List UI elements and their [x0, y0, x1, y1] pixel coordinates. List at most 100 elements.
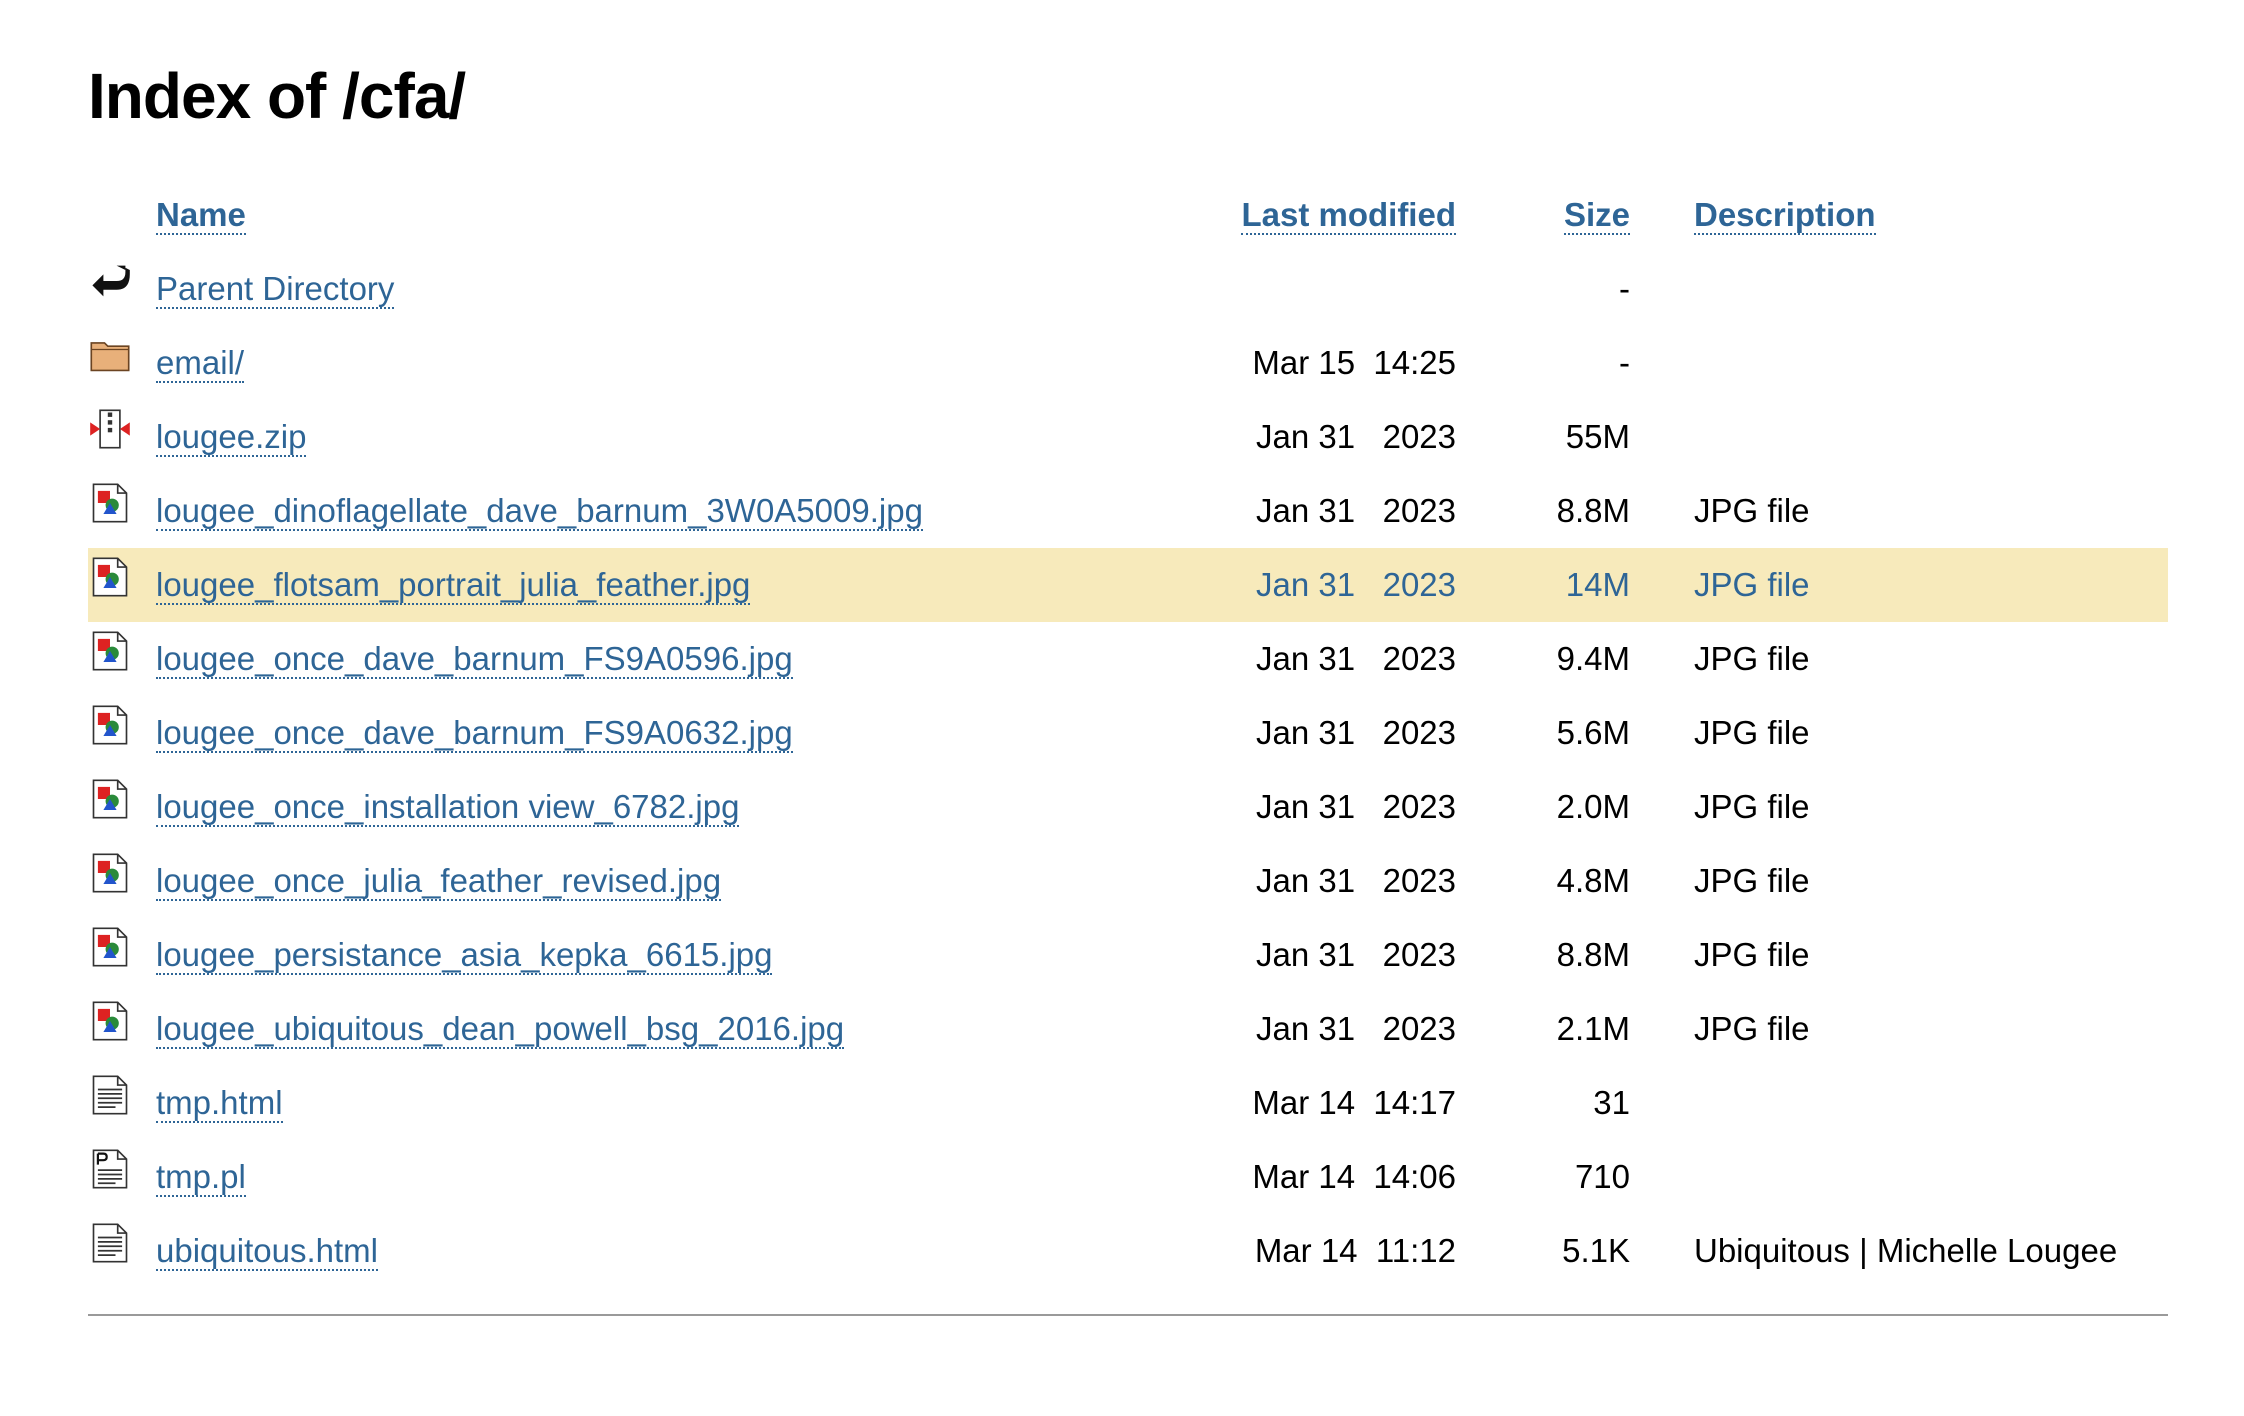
- file-link[interactable]: lougee_flotsam_portrait_julia_feather.jp…: [156, 566, 751, 605]
- table-header-row: Name Last modified Size Description: [88, 178, 2168, 252]
- sort-by-description-link[interactable]: Description: [1694, 196, 1876, 235]
- last-modified-value: Jan 31 2023: [1256, 1010, 1456, 1047]
- sort-by-size-link[interactable]: Size: [1563, 196, 1630, 235]
- table-row: lougee_flotsam_portrait_julia_feather.jp…: [88, 548, 2168, 622]
- description-cell: JPG file: [1694, 714, 1810, 751]
- description-cell: [1630, 1140, 2168, 1214]
- file-link[interactable]: ubiquitous.html: [156, 1232, 378, 1271]
- last-modified-cell: Jan 31 2023: [1192, 992, 1456, 1066]
- file-size-cell: -: [1619, 270, 1630, 307]
- file-icon-cell: [88, 400, 156, 474]
- file-link[interactable]: lougee.zip: [156, 418, 307, 457]
- last-modified-value: Jan 31 2023: [1256, 566, 1456, 603]
- table-row: ubiquitous.html Mar 14 11:12 5.1K Ubiquitou…: [88, 1214, 2168, 1288]
- description-cell: JPG file: [1694, 788, 1810, 825]
- file-icon-cell: [88, 326, 156, 400]
- last-modified-cell: Jan 31 2023: [1192, 548, 1456, 622]
- table-row: tmp.html Mar 14 14:17 31: [88, 1066, 2168, 1140]
- file-name-cell: ubiquitous.html: [156, 1214, 1192, 1288]
- description-cell: JPG file: [1694, 862, 1810, 899]
- last-modified-cell: Jan 31 2023: [1192, 770, 1456, 844]
- last-modified-value: Jan 31 2023: [1256, 640, 1456, 677]
- compressed-icon: [88, 407, 132, 451]
- file-icon-cell: [88, 252, 156, 326]
- last-modified-cell: Jan 31 2023: [1192, 844, 1456, 918]
- file-icon-cell: [88, 622, 156, 696]
- last-modified-cell: Jan 31 2023: [1192, 474, 1456, 548]
- description-column-header: Description: [1630, 178, 2168, 252]
- file-link[interactable]: lougee_ubiquitous_dean_powell_bsg_2016.j…: [156, 1010, 845, 1049]
- file-name-cell: tmp.html: [156, 1066, 1192, 1140]
- file-name-cell: lougee_ubiquitous_dean_powell_bsg_2016.j…: [156, 992, 1192, 1066]
- parent-directory-link[interactable]: Parent Directory: [156, 270, 395, 309]
- last-modified-value: Mar 15 14:25: [1252, 344, 1456, 381]
- image-icon: [88, 703, 132, 747]
- table-row: lougee_dinoflagellate_dave_barnum_3W0A50…: [88, 474, 2168, 548]
- bottom-separator: [88, 1314, 2168, 1316]
- file-size-cell: 710: [1574, 1158, 1630, 1195]
- file-icon-cell: [88, 1140, 156, 1214]
- back-icon: [88, 259, 132, 303]
- file-link[interactable]: email/: [156, 344, 245, 383]
- file-listing-table: Name Last modified Size Description Pare…: [88, 178, 2168, 1288]
- icon-column-header: [88, 178, 156, 252]
- table-row: lougee_once_julia_feather_revised.jpg Jan…: [88, 844, 2168, 918]
- file-icon-cell: [88, 548, 156, 622]
- image-icon: [88, 481, 132, 525]
- file-size-cell: 8.8M: [1556, 936, 1630, 973]
- file-link[interactable]: lougee_persistance_asia_kepka_6615.jpg: [156, 936, 773, 975]
- table-row: email/Mar 15 14:25 -: [88, 326, 2168, 400]
- last-modified-value: Mar 14 14:06: [1252, 1158, 1456, 1195]
- file-size-cell: -: [1619, 344, 1630, 381]
- file-icon-cell: [88, 992, 156, 1066]
- file-link[interactable]: tmp.html: [156, 1084, 283, 1123]
- file-link[interactable]: lougee_dinoflagellate_dave_barnum_3W0A50…: [156, 492, 923, 531]
- file-size-cell: 2.1M: [1556, 1010, 1630, 1047]
- file-link[interactable]: lougee_once_dave_barnum_FS9A0596.jpg: [156, 640, 793, 679]
- sort-by-name-link[interactable]: Name: [156, 196, 246, 235]
- file-link[interactable]: tmp.pl: [156, 1158, 246, 1197]
- last-modified-value: Jan 31 2023: [1256, 418, 1456, 455]
- file-size-cell: 8.8M: [1556, 492, 1630, 529]
- name-column-header: Name: [156, 178, 1192, 252]
- last-modified-cell: Jan 31 2023: [1192, 696, 1456, 770]
- file-name-cell: lougee_once_dave_barnum_FS9A0632.jpg: [156, 696, 1192, 770]
- file-link[interactable]: lougee_once_installation view_6782.jpg: [156, 788, 740, 827]
- image-icon: [88, 777, 132, 821]
- sort-by-modified-link[interactable]: Last modified: [1241, 196, 1456, 235]
- file-name-cell: lougee.zip: [156, 400, 1192, 474]
- table-row: lougee_once_dave_barnum_FS9A0632.jpg Jan …: [88, 696, 2168, 770]
- last-modified-cell: Jan 31 2023: [1192, 400, 1456, 474]
- table-row: lougee.zip Jan 31 2023 55M: [88, 400, 2168, 474]
- last-modified-cell: Mar 15 14:25: [1192, 326, 1456, 400]
- last-modified-value: Jan 31 2023: [1256, 788, 1456, 825]
- table-row: lougee_once_installation view_6782.jpg Ja…: [88, 770, 2168, 844]
- table-row: tmp.pl Mar 14 14:06 710: [88, 1140, 2168, 1214]
- file-size-cell: 31: [1593, 1084, 1630, 1121]
- last-modified-cell: Jan 31 2023: [1192, 622, 1456, 696]
- size-column-header: Size: [1456, 178, 1630, 252]
- file-name-cell: tmp.pl: [156, 1140, 1192, 1214]
- file-icon-cell: [88, 696, 156, 770]
- file-name-cell: lougee_flotsam_portrait_julia_feather.jp…: [156, 548, 1192, 622]
- file-size-cell: 55M: [1565, 418, 1630, 455]
- last-modified-value: Mar 14 11:12: [1254, 1232, 1456, 1269]
- description-cell: [1630, 326, 2168, 400]
- last-modified-cell: Mar 14 11:12: [1192, 1214, 1456, 1288]
- file-size-cell: 5.1K: [1562, 1232, 1630, 1269]
- description-cell: [1630, 252, 2168, 326]
- description-cell: [1630, 1066, 2168, 1140]
- file-icon-cell: [88, 474, 156, 548]
- last-modified-cell: Jan 31 2023: [1192, 918, 1456, 992]
- image-icon: [88, 629, 132, 673]
- description-cell: JPG file: [1694, 492, 1810, 529]
- file-link[interactable]: lougee_once_julia_feather_revised.jpg: [156, 862, 722, 901]
- description-cell: JPG file: [1694, 640, 1810, 677]
- last-modified-value: Jan 31 2023: [1256, 492, 1456, 529]
- image-icon: [88, 999, 132, 1043]
- script-file-icon: [88, 1147, 132, 1191]
- file-link[interactable]: lougee_once_dave_barnum_FS9A0632.jpg: [156, 714, 793, 753]
- file-list: Parent Directory - email/Mar 15 14:25 - loug…: [88, 252, 2168, 1288]
- last-modified-value: Mar 14 14:17: [1252, 1084, 1456, 1121]
- last-modified-cell: [1192, 252, 1456, 326]
